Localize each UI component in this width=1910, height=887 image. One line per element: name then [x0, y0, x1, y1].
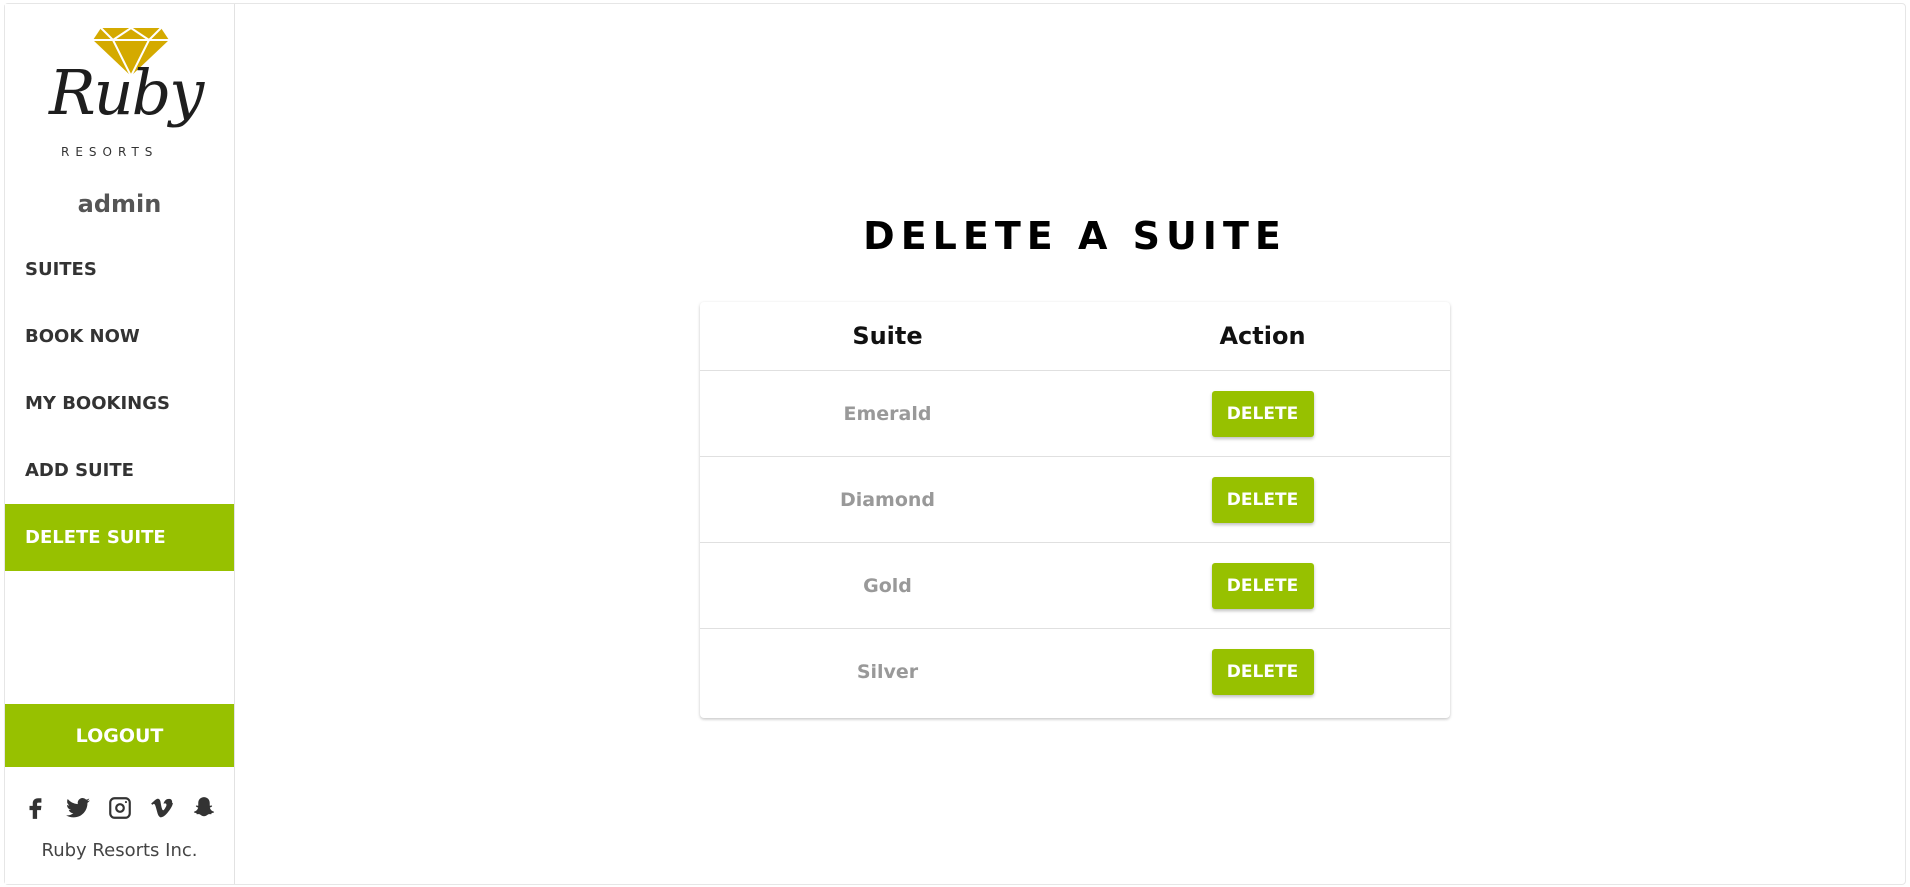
column-header-suite: Suite — [852, 322, 923, 350]
instagram-icon[interactable] — [106, 794, 134, 822]
sidebar-nav: SUITES BOOK NOW MY BOOKINGS ADD SUITE DE… — [5, 236, 234, 571]
suite-name: Emerald — [843, 402, 932, 425]
sidebar-item-my-bookings[interactable]: MY BOOKINGS — [5, 370, 234, 437]
delete-button[interactable]: DELETE — [1211, 476, 1314, 523]
logo-subtitle: RESORTS — [61, 145, 159, 159]
username: admin — [77, 190, 162, 218]
logo-script: Ruby — [49, 56, 204, 129]
suite-name: Gold — [863, 574, 912, 597]
logout-button[interactable]: LOGOUT — [5, 704, 234, 767]
delete-button[interactable]: DELETE — [1211, 649, 1314, 695]
facebook-icon[interactable] — [22, 794, 50, 822]
table-row: Gold DELETE — [700, 543, 1450, 629]
suite-name: Silver — [856, 661, 919, 683]
snapchat-icon[interactable] — [190, 794, 218, 822]
company-name: Ruby Resorts Inc. — [41, 840, 198, 861]
sidebar-item-add-suite[interactable]: ADD SUITE — [5, 437, 234, 504]
column-header-action: Action — [1219, 322, 1306, 350]
sidebar-item-suites[interactable]: SUITES — [5, 236, 234, 303]
twitter-icon[interactable] — [64, 794, 92, 822]
delete-button[interactable]: DELETE — [1211, 390, 1314, 437]
suite-name: Diamond — [839, 488, 936, 511]
sidebar-item-book-now[interactable]: BOOK NOW — [5, 303, 234, 370]
sidebar-item-delete-suite[interactable]: DELETE SUITE — [5, 504, 234, 571]
sidebar: Ruby RESORTS admin SUITES BOOK NOW MY BO… — [5, 4, 235, 884]
table-row: Emerald DELETE — [700, 371, 1450, 457]
table-row: Silver DELETE — [700, 629, 1450, 715]
ruby-resorts-logo: Ruby RESORTS — [45, 20, 205, 160]
page-title: DELETE A SUITE — [863, 214, 1287, 258]
delete-button[interactable]: DELETE — [1211, 562, 1314, 609]
social-links — [5, 794, 234, 822]
suites-table: Suite Action Emerald DELETE Diamond DELE… — [700, 302, 1450, 718]
table-row: Diamond DELETE — [700, 457, 1450, 543]
table-header: Suite Action — [700, 302, 1450, 371]
vimeo-icon[interactable] — [148, 794, 176, 822]
